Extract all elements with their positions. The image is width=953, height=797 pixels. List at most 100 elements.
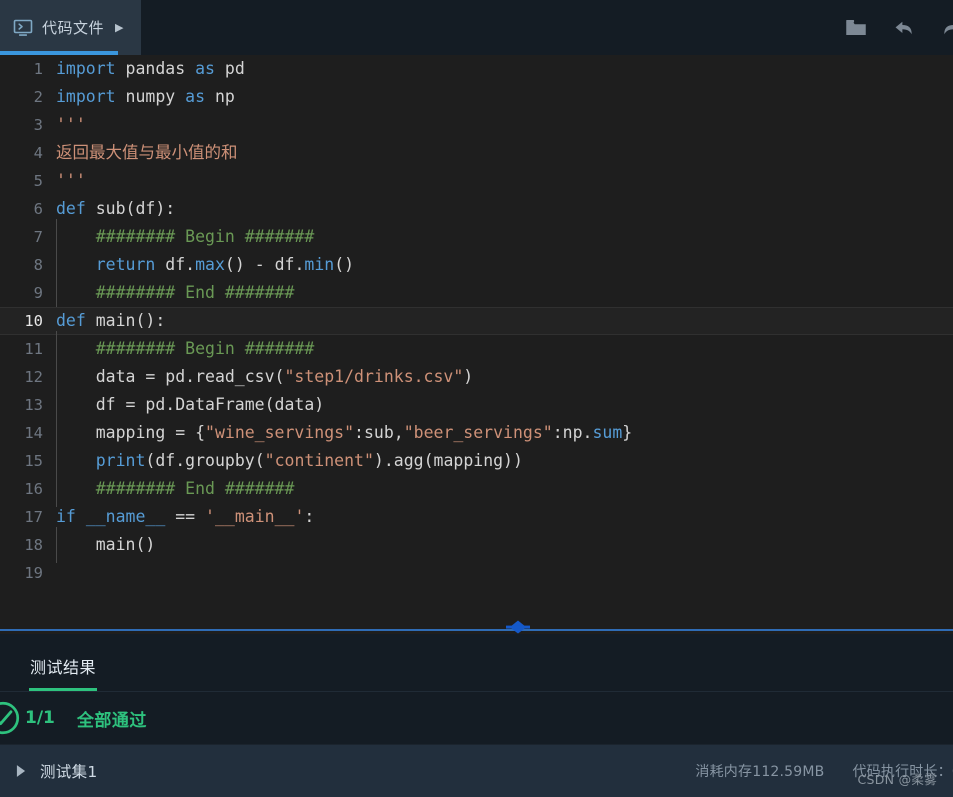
code-token: __name__ (85, 507, 166, 526)
code-line[interactable]: 18 main() (0, 527, 953, 563)
tab-caret-icon[interactable]: ▶ (115, 22, 123, 33)
line-number: 13 (24, 396, 43, 414)
check-circle-icon (0, 701, 20, 735)
result-panel-tabs: 测试结果 (0, 634, 953, 692)
code-token: main(): (85, 311, 166, 330)
code-text: mapping = {"wine_servings":sub,"beer_ser… (43, 415, 953, 451)
tab-test-results-label: 测试结果 (30, 658, 97, 677)
code-text: print(df.groupby("continent").agg(mappin… (43, 443, 953, 479)
code-line[interactable]: 9 ######## End ####### (0, 275, 953, 311)
code-token: ######## Begin ####### (56, 227, 315, 246)
tab-code-file[interactable]: 代码文件 ▶ (0, 0, 141, 55)
chevron-right-icon[interactable] (14, 764, 28, 778)
code-line[interactable]: 3 ''' (0, 111, 953, 139)
code-token: sum (592, 423, 623, 442)
watermark: CSDN @柔雾 (857, 772, 937, 787)
code-line[interactable]: 13 df = pd.DataFrame(data) (0, 387, 953, 423)
line-number: 10 (24, 312, 43, 330)
splitter-grip-icon[interactable] (498, 620, 538, 634)
code-line[interactable]: 15 print(df.groupby("continent").agg(map… (0, 443, 953, 479)
code-token: min (304, 255, 335, 274)
code-text: def main(): (43, 307, 953, 335)
code-token: df = pd.DataFrame(data) (56, 395, 325, 414)
code-line[interactable]: 10 def main(): (0, 307, 953, 335)
code-token: print (95, 451, 146, 470)
line-number: 4 (33, 144, 43, 162)
code-token: (df.groupby( (145, 451, 265, 470)
code-editor[interactable]: 1 import pandas as pd 2 import numpy as np 3… (0, 55, 953, 620)
panel-splitter[interactable] (0, 620, 953, 634)
folder-icon[interactable] (843, 15, 869, 41)
code-token: "wine_servings" (205, 423, 355, 442)
undo-arrow-icon[interactable] (891, 15, 917, 41)
code-token: ''' (56, 115, 86, 134)
code-token: max (195, 255, 225, 274)
code-token: df. (155, 255, 196, 274)
line-number: 11 (24, 340, 43, 358)
line-number: 5 (33, 172, 43, 190)
code-token: 返回最大值与最小值的和 (56, 143, 238, 162)
testset-row[interactable]: 测试集1 消耗内存112.59MB 代码执行时长：0 (0, 745, 953, 797)
test-pass-count: 1/1 (25, 708, 55, 728)
code-token: import (56, 87, 116, 106)
tab-bar-spacer (141, 0, 843, 55)
testset-label: 测试集1 (40, 763, 98, 781)
redo-arrow-icon[interactable] (939, 15, 953, 41)
code-token: mapping = { (56, 423, 206, 442)
code-text: main() (43, 527, 953, 563)
code-token: ) (463, 367, 474, 386)
code-line[interactable]: 6 def sub(df): (0, 195, 953, 223)
splitter-line (0, 629, 953, 631)
code-line[interactable]: 5 ''' (0, 167, 953, 195)
line-number: 9 (33, 284, 43, 302)
code-token: ######## End ####### (56, 283, 295, 302)
code-token: return (95, 255, 156, 274)
code-token: sub(df): (85, 199, 176, 218)
code-line[interactable]: 1 import pandas as pd (0, 55, 953, 83)
code-line[interactable]: 7 ######## Begin ####### (0, 219, 953, 255)
line-number: 17 (24, 508, 43, 526)
code-line[interactable]: 12 data = pd.read_csv("step1/drinks.csv"… (0, 359, 953, 395)
code-token: as (195, 59, 215, 78)
code-line[interactable]: 4 返回最大值与最小值的和 (0, 139, 953, 167)
code-text: import numpy as np (43, 83, 953, 111)
code-line[interactable]: 19 (0, 559, 953, 587)
code-token: } (622, 423, 633, 442)
code-text: ######## End ####### (43, 471, 953, 507)
code-token: "step1/drinks.csv" (284, 367, 464, 386)
code-token: as (185, 87, 206, 106)
tab-test-results[interactable]: 测试结果 (26, 654, 100, 691)
code-line[interactable]: 2 import numpy as np (0, 83, 953, 111)
memory-usage-text: 消耗内存112.59MB (695, 764, 825, 780)
tab-label: 代码文件 (42, 19, 105, 37)
code-line[interactable]: 14 mapping = {"wine_servings":sub,"beer_… (0, 415, 953, 451)
console-screen-icon (13, 19, 33, 36)
code-text: import pandas as pd (43, 55, 953, 83)
code-text: ######## Begin ####### (43, 331, 953, 367)
code-token: "continent" (264, 451, 374, 470)
code-token: () - df. (224, 255, 305, 274)
code-line[interactable]: 17 if __name__ == '__main__': (0, 503, 953, 531)
code-token: == (165, 507, 206, 526)
code-text: df = pd.DataFrame(data) (43, 387, 953, 423)
line-number: 7 (33, 228, 43, 246)
code-token: import (56, 59, 116, 78)
code-token: np (205, 87, 235, 106)
code-token: :np. (552, 423, 593, 442)
line-number: 15 (24, 452, 43, 470)
tab-bar-actions (843, 0, 953, 55)
code-token: ''' (56, 171, 86, 190)
code-line[interactable]: 16 ######## End ####### (0, 471, 953, 507)
line-number: 14 (24, 424, 43, 442)
code-line[interactable]: 11 ######## Begin ####### (0, 331, 953, 367)
line-number: 19 (24, 564, 43, 582)
line-number: 2 (33, 88, 43, 106)
line-number: 8 (33, 256, 43, 274)
code-line[interactable]: 8 return df.max() - df.min() (0, 247, 953, 283)
code-token: numpy (115, 87, 186, 106)
code-token: '__main__' (205, 507, 305, 526)
line-number: 3 (33, 116, 43, 134)
test-summary-row: 1/1 全部通过 (0, 692, 953, 745)
